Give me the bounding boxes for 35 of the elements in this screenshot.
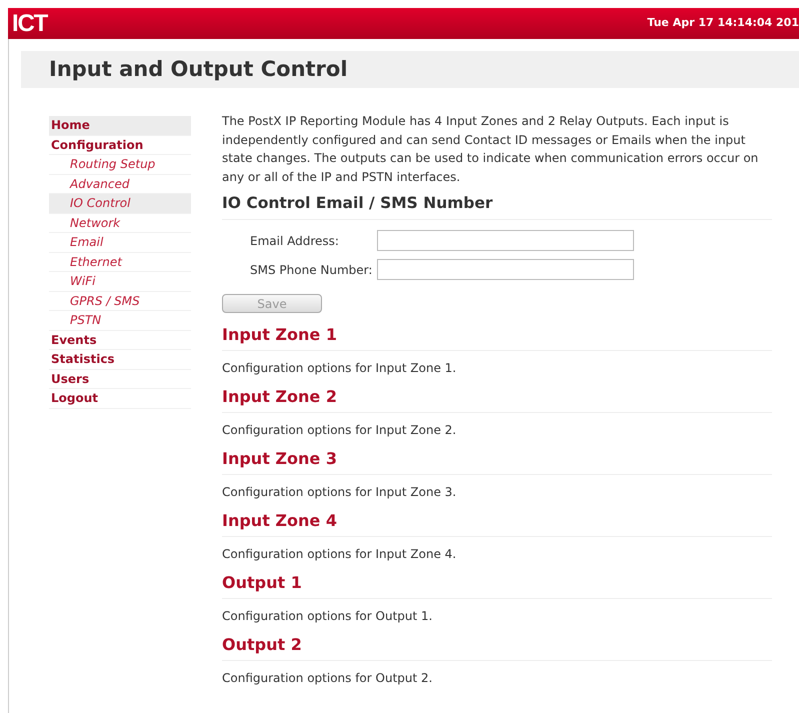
sidebar-item[interactable]: Statistics (49, 350, 191, 370)
section-heading: Input Zone 2 (222, 385, 772, 414)
section-description: Configuration options for Output 2. (222, 670, 434, 688)
sidebar-subitem[interactable]: Network (49, 214, 191, 233)
text-field[interactable] (377, 230, 634, 252)
section-description: Configuration options for Input Zone 4. (222, 546, 458, 564)
form-heading: IO Control Email / SMS Number (222, 192, 772, 220)
section-heading: Input Zone 3 (222, 447, 772, 476)
field-label: SMS Phone Number: (249, 262, 374, 279)
sidebar-subitem[interactable]: IO Control (49, 194, 191, 214)
sidebar-item[interactable]: Logout (49, 389, 191, 408)
sidebar-item[interactable]: Configuration (49, 136, 191, 155)
section-description: Configuration options for Input Zone 2. (222, 422, 458, 440)
sidebar-subitem[interactable]: PSTN (49, 311, 191, 330)
sidebar-subitem[interactable]: Routing Setup (49, 155, 191, 174)
field-label: Email Address: (249, 232, 340, 250)
section-heading: Input Zone 1 (222, 323, 772, 352)
sidebar-subitem[interactable]: GPRS / SMS (49, 292, 191, 311)
section-description: Configuration options for Output 1. (222, 608, 434, 626)
sidebar-subitem[interactable]: Email (49, 233, 191, 252)
section-heading: Output 2 (222, 633, 772, 662)
page-title: Input and Output Control (49, 56, 348, 83)
sidebar-subitem[interactable]: Ethernet (49, 252, 191, 272)
sidebar-item[interactable]: Home (49, 116, 191, 136)
section-heading: Output 1 (222, 571, 772, 600)
datetime: Tue Apr 17 14:14:04 201 (647, 15, 799, 32)
sidebar-item[interactable]: Users (49, 370, 191, 389)
intro-text: The PostX IP Reporting Module has 4 Input Zones and 2 Relay Outputs. Each input is independently configured and can send Contact ID messages or Emails when the input state changes. The outputs can be used to indicate when communication errors occur on any or all of the IP and PSTN interfaces. (222, 113, 760, 186)
sidebar-item[interactable]: Events (49, 330, 191, 350)
section-description: Configuration options for Input Zone 3. (222, 484, 458, 502)
sidebar-subitem[interactable]: WiFi (49, 272, 191, 292)
section-description: Configuration options for Input Zone 1. (222, 360, 458, 378)
section-heading: Input Zone 4 (222, 509, 772, 538)
logo: ICT (12, 8, 48, 38)
text-field[interactable] (377, 259, 634, 280)
